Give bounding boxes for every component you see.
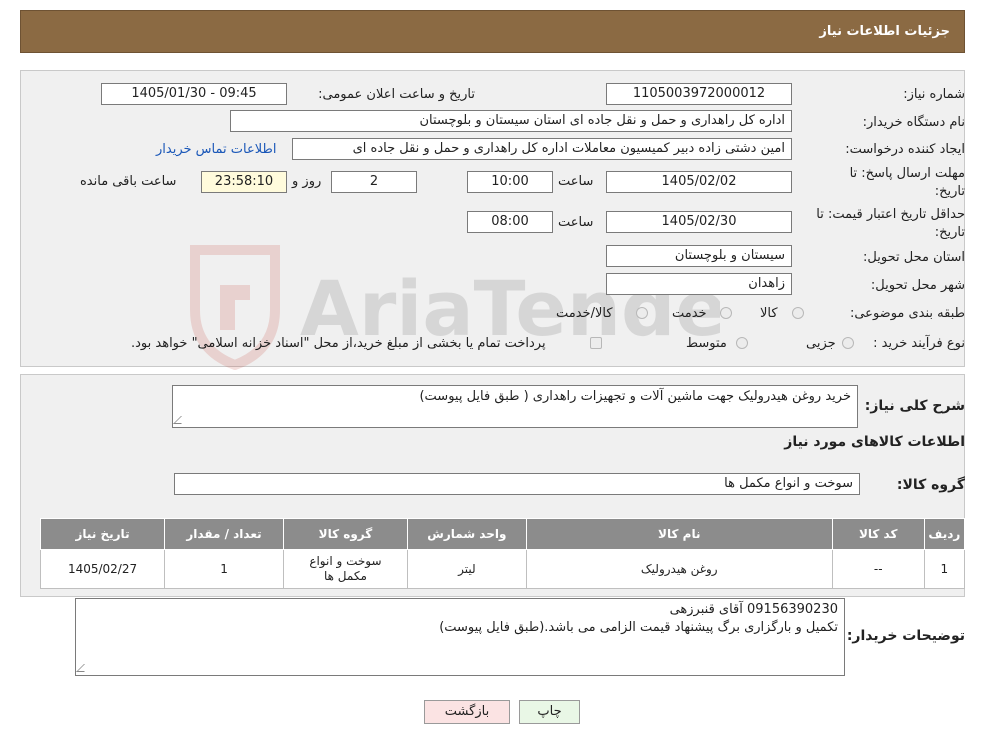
price-validity-label-1: حداقل تاریخ اعتبار قیمت: تا [816,207,965,222]
need-number-field: 1105003972000012 [606,83,792,105]
process-radio-minor[interactable] [842,337,854,349]
delivery-province-field: سیستان و بلوچستان [606,245,792,267]
process-option-minor: جزیی [806,336,836,351]
cell-need-date: 1405/02/27 [39,549,166,589]
col-unit: واحد شمارش [406,518,527,550]
reply-deadline-label-1: مهلت ارسال پاسخ: تا [849,166,965,181]
process-option-medium: متوسط [686,336,727,351]
category-option-service: خدمت [672,306,707,321]
category-radio-goods[interactable] [792,307,804,319]
print-button[interactable]: چاپ [519,700,580,724]
summary-text: خرید روغن هیدرولیک جهت ماشین آلات و تجهی… [419,389,851,404]
category-option-goods-service: کالا/خدمت [556,306,613,321]
cell-goods-name: روغن هیدرولیک [525,549,833,589]
announce-datetime-label: تاریخ و ساعت اعلان عمومی: [318,87,475,102]
items-table: ردیف کد کالا نام کالا واحد شمارش گروه کا… [39,518,966,589]
buyer-notes-textarea: 09156390230 آقای قنبرزهی تکمیل و بارگزار… [75,598,845,676]
reply-days-label: روز و [292,174,322,189]
summary-textarea: خرید روغن هیدرولیک جهت ماشین آلات و تجهی… [172,385,858,428]
col-goods-group: گروه کالا [282,518,408,550]
cell-unit: لیتر [406,549,527,589]
reply-deadline-time-field: 10:00 [467,171,553,193]
need-number-label: شماره نیاز: [903,87,965,102]
creator-label: ایجاد کننده درخواست: [845,142,965,157]
category-label: طبقه بندی موضوعی: [849,306,965,321]
table-row: 1 -- روغن هیدرولیک لیتر سوخت و انواع مکم… [39,549,966,589]
remaining-time-label: ساعت باقی مانده [80,174,177,189]
page-title: جزئیات اطلاعات نیاز [819,24,950,39]
items-heading: اطلاعات کالاهای مورد نیاز [784,434,965,450]
col-goods-code: کد کالا [831,518,925,550]
process-checkbox-treasury[interactable] [590,337,602,349]
reply-deadline-time-label: ساعت [558,174,594,189]
buyer-notes-line-2: تکمیل و بارگزاری برگ پیشنهاد قیمت الزامی… [439,620,838,635]
price-validity-label-2: تاریخ: [934,225,965,240]
summary-label: شرح کلی نیاز: [864,398,965,414]
category-radio-goods-service[interactable] [636,307,648,319]
process-radio-medium[interactable] [736,337,748,349]
goods-group-label: گروه کالا: [896,477,965,493]
cell-goods-code: -- [831,549,925,589]
reply-days-field: 2 [331,171,417,193]
price-validity-date-field: 1405/02/30 [606,211,792,233]
items-table-header-row: ردیف کد کالا نام کالا واحد شمارش گروه کا… [39,518,966,550]
col-need-date: تاریخ نیاز [39,518,166,550]
goods-group-field: سوخت و انواع مکمل ها [174,473,860,495]
buyer-org-field: اداره کل راهداری و حمل و نقل جاده ای است… [230,110,792,132]
back-button[interactable]: بازگشت [424,700,510,724]
buyer-org-label: نام دستگاه خریدار: [862,115,965,130]
buyer-notes-line-1: 09156390230 آقای قنبرزهی [669,602,838,617]
reply-deadline-date-field: 1405/02/02 [606,171,792,193]
delivery-city-label: شهر محل تحویل: [870,278,965,293]
cell-goods-group: سوخت و انواع مکمل ها [282,549,408,589]
remaining-time-field: 23:58:10 [201,171,287,193]
col-goods-name: نام کالا [525,518,833,550]
cell-quantity: 1 [164,549,284,589]
process-label: نوع فرآیند خرید : [873,336,965,351]
buyer-contact-link[interactable]: اطلاعات تماس خریدار [156,142,276,157]
process-treasury-note: پرداخت تمام یا بخشی از مبلغ خرید،از محل … [131,336,546,351]
delivery-province-label: استان محل تحویل: [863,250,965,265]
price-validity-time-label: ساعت [558,215,594,230]
creator-field: امین دشتی زاده دبیر کمیسیون معاملات ادار… [292,138,792,160]
price-validity-time-field: 08:00 [467,211,553,233]
category-option-goods: کالا [760,306,778,321]
buyer-notes-label: توضیحات خریدار: [846,628,965,644]
page-header: جزئیات اطلاعات نیاز [20,10,965,53]
category-radio-service[interactable] [720,307,732,319]
delivery-city-field: زاهدان [606,273,792,295]
cell-row-number: 1 [923,549,966,589]
reply-deadline-label-2: تاریخ: [934,184,965,199]
col-row-number: ردیف [923,518,966,550]
col-quantity: تعداد / مقدار [164,518,284,550]
announce-datetime-field: 1405/01/30 - 09:45 [101,83,287,105]
